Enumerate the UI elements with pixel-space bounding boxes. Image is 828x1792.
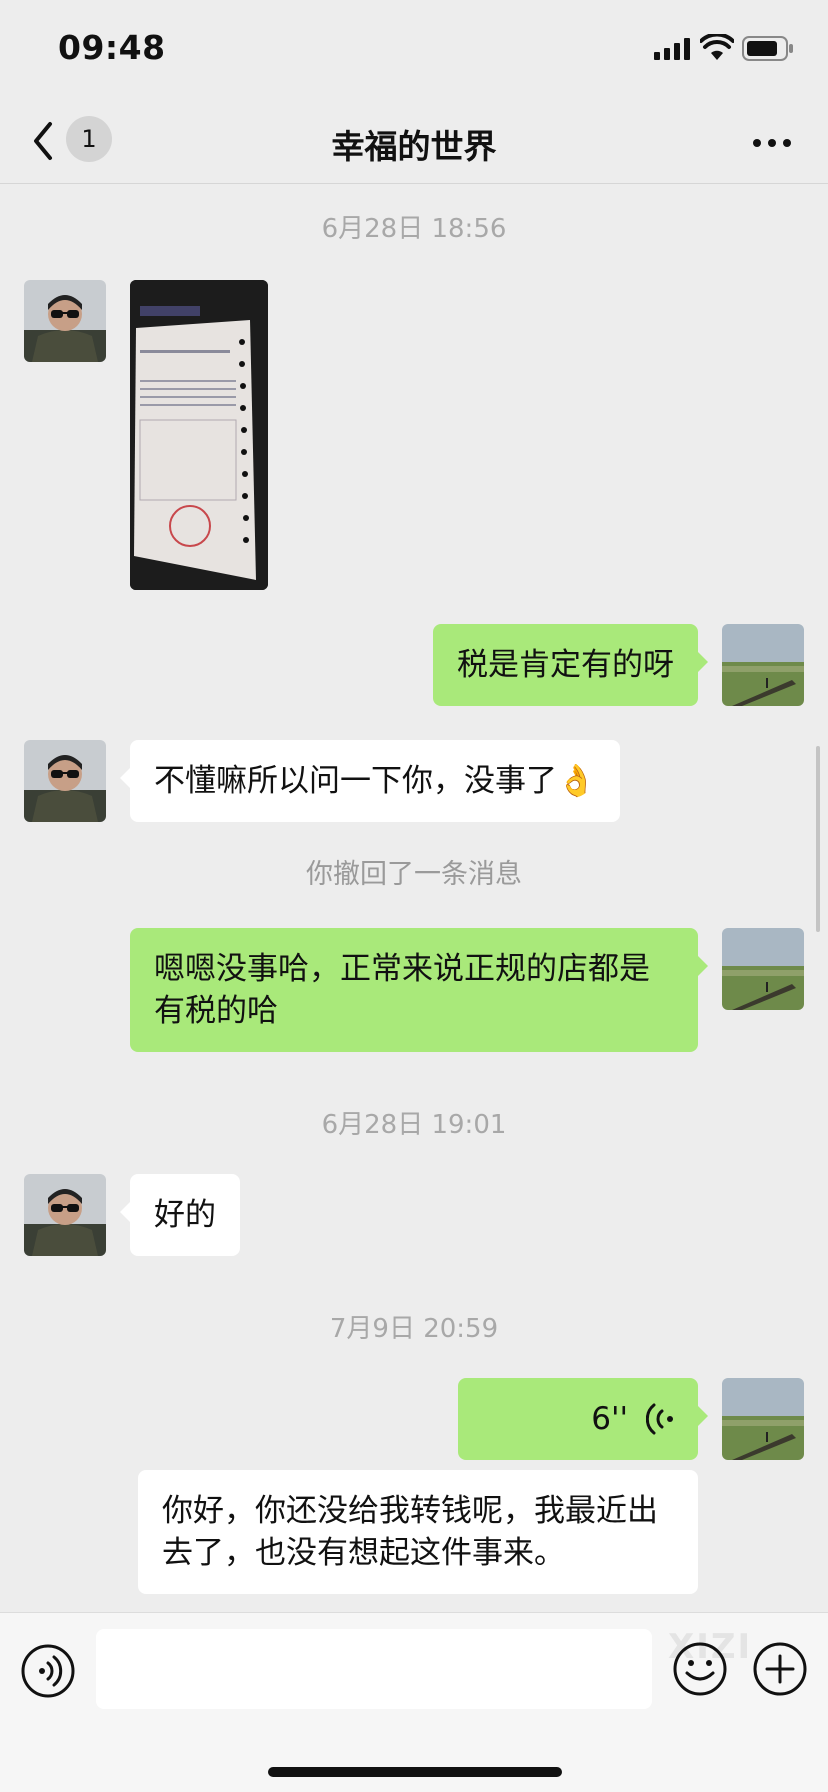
wifi-icon	[700, 34, 734, 60]
my-avatar[interactable]	[722, 1378, 804, 1460]
status-time: 09:48	[58, 28, 166, 67]
contact-avatar[interactable]	[24, 1174, 106, 1256]
sent-voice-message[interactable]: 6''	[458, 1378, 708, 1460]
battery-icon	[742, 36, 793, 61]
receipt-image-message[interactable]	[130, 280, 268, 590]
contact-avatar[interactable]	[24, 280, 106, 362]
signal-icon	[654, 38, 690, 60]
received-message[interactable]: 不懂嘛所以问一下你，没事了👌	[120, 740, 620, 822]
scrollbar[interactable]	[816, 746, 820, 932]
timestamp: 6月28日 18:56	[321, 214, 507, 244]
sent-message[interactable]: 嗯嗯没事哈，正常来说正规的店都是有税的哈	[130, 928, 708, 1052]
emoji-icon[interactable]	[672, 1641, 728, 1697]
nav-bar: 1 幸福的世界	[0, 100, 828, 184]
more-icon[interactable]	[752, 138, 792, 148]
recall-notice: 你撤回了一条消息	[306, 859, 522, 890]
plus-icon[interactable]	[752, 1641, 808, 1697]
chat-title: 幸福的世界	[331, 127, 497, 166]
voice-transcription[interactable]: 你好，你还没给我转钱呢，我最近出去了，也没有想起这件事来。	[138, 1470, 698, 1594]
transcription-text: 你好，你还没给我转钱呢，我最近出去了，也没有想起这件事来。	[162, 1493, 658, 1571]
message-text: 税是肯定有的呀	[457, 647, 674, 683]
voice-wave-icon	[646, 1403, 673, 1435]
message-text: 嗯嗯没事哈，正常来说正规的店都是有税的哈	[154, 951, 650, 1029]
message-input[interactable]	[96, 1629, 652, 1709]
voice-input-icon[interactable]	[20, 1643, 76, 1699]
received-message[interactable]: 好的	[120, 1174, 240, 1256]
contact-avatar[interactable]	[24, 740, 106, 822]
home-indicator[interactable]	[268, 1767, 562, 1777]
timestamp: 7月9日 20:59	[329, 1314, 499, 1344]
timestamp: 6月28日 19:01	[321, 1110, 507, 1140]
message-text: 不懂嘛所以问一下你，没事了👌	[154, 763, 596, 799]
my-avatar[interactable]	[722, 928, 804, 1010]
status-bar: 09:48	[0, 0, 828, 100]
sent-message[interactable]: 税是肯定有的呀	[433, 624, 708, 706]
voice-duration: 6''	[591, 1401, 628, 1437]
message-text: 好的	[154, 1197, 216, 1233]
input-bar: XIZI	[0, 1612, 828, 1792]
my-avatar[interactable]	[722, 624, 804, 706]
